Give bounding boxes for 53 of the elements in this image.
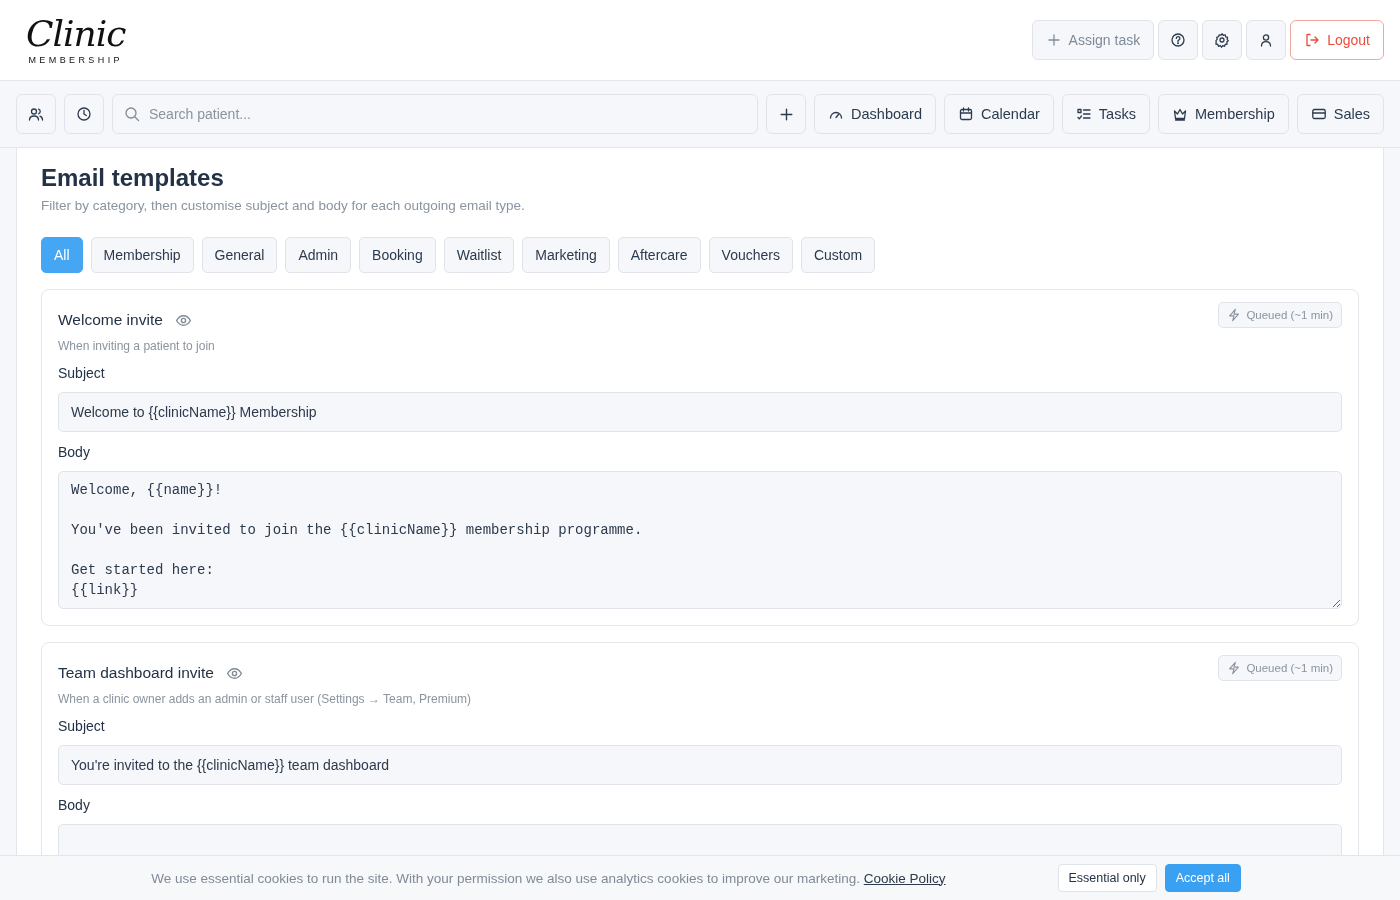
template-name: Welcome invite xyxy=(58,311,163,329)
field-label: Body xyxy=(58,444,91,460)
cookie-message: We use essential cookies to run the site. With your permission we also use analytics cookies to improve our marketing. Cookie Policy xyxy=(151,870,946,886)
status-badge: Queued (~1 min) xyxy=(1218,655,1342,681)
filter-chip[interactable]: Membership xyxy=(90,237,194,273)
logo-tagline: MEMBERSHIP xyxy=(28,55,123,65)
nav-button[interactable]: Membership xyxy=(1157,94,1289,134)
filter-chip[interactable]: Waitlist xyxy=(443,237,515,273)
page-title: Email templates xyxy=(41,164,225,192)
filter-chip[interactable]: Custom xyxy=(800,237,876,273)
help-button[interactable] xyxy=(1158,20,1199,60)
field-label: Subject xyxy=(58,718,106,734)
help-icon xyxy=(1170,32,1187,48)
history-button[interactable] xyxy=(64,94,104,134)
lightning-icon xyxy=(1227,661,1242,675)
settings-icon xyxy=(1214,32,1231,48)
subject-field[interactable]: Welcome to {{clinicName}} Membership xyxy=(58,392,1342,432)
template-description: When inviting a patient to join xyxy=(58,339,216,353)
filter-chip[interactable]: Admin xyxy=(285,237,352,273)
page-subtitle: Filter by category, then customise subject and body for each outgoing email type. xyxy=(41,198,526,213)
crown-icon xyxy=(1171,106,1188,122)
logout-button[interactable]: Logout xyxy=(1290,20,1384,60)
filter-chip[interactable]: Vouchers xyxy=(708,237,793,273)
card-icon xyxy=(1310,106,1327,122)
cookie-policy-link[interactable]: Cookie Policy xyxy=(863,870,946,886)
people-icon xyxy=(28,106,44,122)
patients-button[interactable] xyxy=(16,94,56,134)
essential-only-button[interactable]: Essential only xyxy=(1057,864,1157,892)
filter-chip[interactable]: Aftercare xyxy=(617,237,701,273)
checklist-icon xyxy=(1075,106,1092,122)
template-name: Team dashboard invite xyxy=(58,664,214,682)
nav-button[interactable]: Calendar xyxy=(944,94,1054,134)
account-button[interactable] xyxy=(1246,20,1287,60)
plus-icon xyxy=(777,105,795,123)
search-field[interactable]: Search patient... xyxy=(112,94,759,134)
filter-chip[interactable]: Marketing xyxy=(522,237,610,273)
clock-icon xyxy=(76,106,92,122)
field-label: Body xyxy=(58,797,91,813)
nav-button[interactable]: Tasks xyxy=(1061,94,1150,134)
lightning-icon xyxy=(1227,308,1242,322)
nav-button[interactable]: Sales xyxy=(1296,94,1384,134)
logo-script-text: Clinic xyxy=(26,15,126,53)
filter-chip[interactable]: General xyxy=(201,237,278,273)
body-field[interactable]: Welcome, {{name}}! You've been invited to join the {{clinicName}} membership programme. Get started here: {{link}} xyxy=(58,471,1342,609)
template-description: When a clinic owner adds an admin or staff user (Settings → Team, Premium) xyxy=(58,692,473,706)
settings-button[interactable] xyxy=(1202,20,1243,60)
logout-icon xyxy=(1304,32,1321,48)
subject-field[interactable]: You're invited to the {{clinicName}} team dashboard xyxy=(58,745,1342,785)
field-label: Subject xyxy=(58,365,106,381)
nav-button[interactable]: Dashboard xyxy=(814,94,936,134)
filter-chip[interactable]: Booking xyxy=(359,237,436,273)
calendar-icon xyxy=(958,106,974,122)
status-badge: Queued (~1 min) xyxy=(1218,302,1342,328)
